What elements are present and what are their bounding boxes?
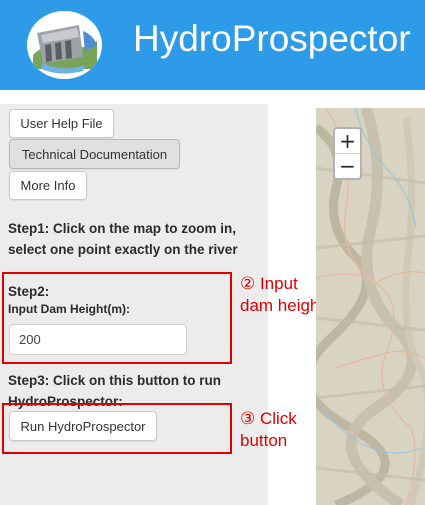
more-info-button[interactable]: More Info bbox=[9, 171, 87, 200]
user-help-file-button[interactable]: User Help File bbox=[9, 109, 114, 138]
step2-highlight-box bbox=[2, 272, 232, 364]
step1-instruction: Step1: Click on the map to zoom in, sele… bbox=[8, 221, 238, 257]
zoom-out-button[interactable]: − bbox=[335, 154, 360, 178]
technical-documentation-button[interactable]: Technical Documentation bbox=[9, 139, 180, 169]
annotation-click-button: ③ Click button bbox=[240, 409, 297, 450]
app-title: HydroProspector bbox=[133, 18, 411, 59]
header-gap bbox=[0, 90, 425, 104]
step3-highlight-box bbox=[2, 403, 232, 454]
zoom-in-button[interactable]: + bbox=[335, 129, 360, 153]
map-zoom-control: + − bbox=[333, 127, 362, 180]
dam-logo-icon bbox=[27, 11, 102, 79]
app-header: HydroProspector bbox=[0, 0, 425, 90]
